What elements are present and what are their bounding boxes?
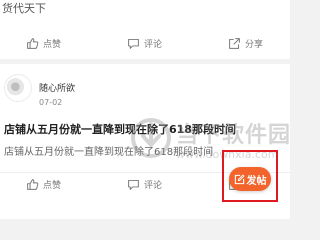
like-label: 点赞 xyxy=(43,180,62,191)
post-title[interactable]: 店铺从五月份就一直降到现在除了618那段时间 xyxy=(4,121,288,137)
new-post-label: 发帖 xyxy=(246,175,267,187)
edit-icon xyxy=(234,174,244,184)
previous-post-actions: 点赞 评论 分享 xyxy=(0,32,290,54)
comment-label: 评论 xyxy=(144,180,163,191)
post-date: 07-02 xyxy=(39,98,63,107)
share-label: 分享 xyxy=(245,39,264,50)
share-icon xyxy=(229,37,240,49)
like-button[interactable]: 点赞 xyxy=(26,32,61,54)
share-button[interactable]: 分享 xyxy=(228,32,263,54)
comment-label: 评论 xyxy=(144,39,163,50)
previous-post-text: 货代天下 xyxy=(2,2,46,15)
comment-icon xyxy=(128,38,139,49)
comment-button[interactable]: 评论 xyxy=(127,32,162,54)
thumbs-up-icon xyxy=(27,178,39,190)
like-button[interactable]: 点赞 xyxy=(26,173,61,195)
like-label: 点赞 xyxy=(43,39,62,50)
comment-icon xyxy=(128,179,139,190)
avatar[interactable] xyxy=(4,74,32,102)
author-name[interactable]: 随心所欲 xyxy=(39,81,75,94)
comment-button[interactable]: 评论 xyxy=(127,173,162,195)
new-post-button[interactable]: 发帖 xyxy=(229,167,271,191)
previous-post-card: 货代天下 点赞 评论 分享 xyxy=(0,0,290,59)
thumbs-up-icon xyxy=(27,37,39,49)
